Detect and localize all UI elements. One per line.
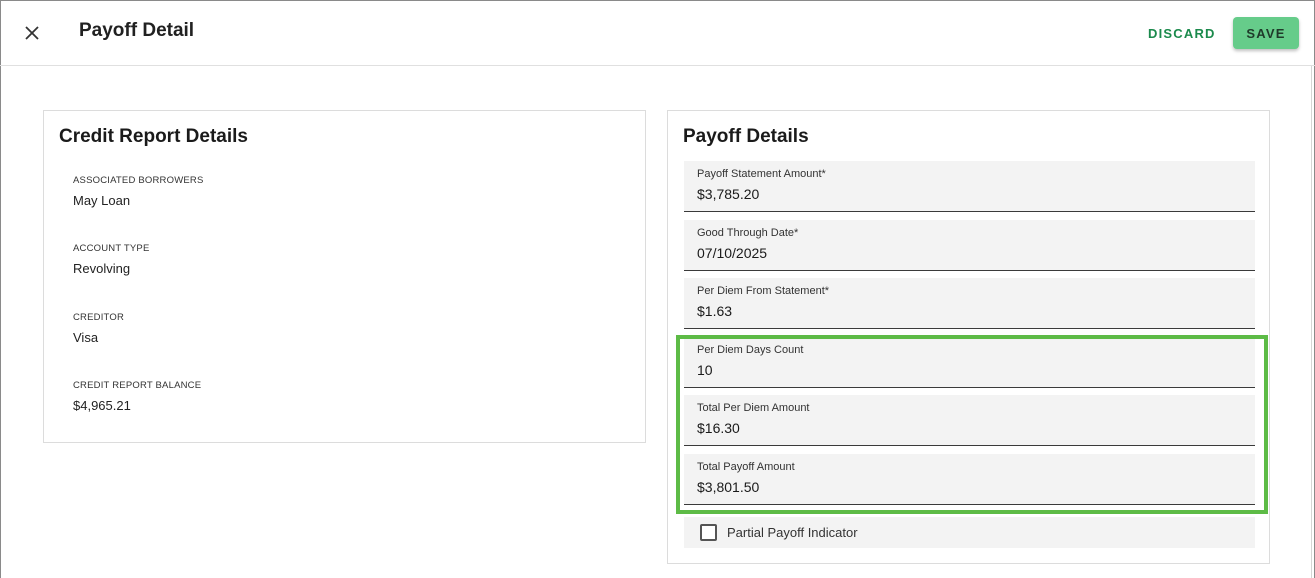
field-label: Good Through Date* xyxy=(697,227,799,239)
field-label: Per Diem Days Count xyxy=(697,344,804,356)
payoff-details-card: Payoff Details Payoff Statement Amount* … xyxy=(667,110,1270,564)
partial-payoff-row: Partial Payoff Indicator xyxy=(684,517,1255,548)
payoff-statement-amount-field[interactable]: Payoff Statement Amount* $3,785.20 xyxy=(684,161,1255,212)
associated-borrowers-value: May Loan xyxy=(73,193,131,208)
account-type-label: ACCOUNT TYPE xyxy=(73,243,150,254)
creditor-label: CREDITOR xyxy=(73,312,125,323)
creditor-value: Visa xyxy=(73,330,99,345)
total-per-diem-amount-field[interactable]: Total Per Diem Amount $16.30 xyxy=(684,395,1255,446)
field-value[interactable]: 07/10/2025 xyxy=(697,245,767,261)
field-label: Total Payoff Amount xyxy=(697,461,795,473)
field-label: Per Diem From Statement* xyxy=(697,285,830,297)
credit-report-card: Credit Report Details ASSOCIATED BORROWE… xyxy=(43,110,646,443)
field-value[interactable]: $1.63 xyxy=(697,303,732,319)
field-value[interactable]: $16.30 xyxy=(697,420,740,436)
header-bar: Payoff Detail DISCARD SAVE xyxy=(0,0,1315,66)
associated-borrowers-label: ASSOCIATED BORROWERS xyxy=(73,175,204,186)
partial-payoff-label: Partial Payoff Indicator xyxy=(727,525,858,540)
field-value[interactable]: 10 xyxy=(697,362,713,378)
close-icon xyxy=(25,26,39,40)
close-button[interactable] xyxy=(18,19,46,47)
scrollbar-track[interactable] xyxy=(1311,66,1312,578)
field-value[interactable]: $3,801.50 xyxy=(697,479,759,495)
total-payoff-amount-field[interactable]: Total Payoff Amount $3,801.50 xyxy=(684,454,1255,505)
payoff-details-title: Payoff Details xyxy=(683,126,809,147)
discard-button[interactable]: DISCARD xyxy=(1140,17,1224,49)
page-title: Payoff Detail xyxy=(79,20,195,41)
credit-report-balance-value: $4,965.21 xyxy=(73,398,131,413)
per-diem-days-count-field[interactable]: Per Diem Days Count 10 xyxy=(684,337,1255,388)
per-diem-from-statement-field[interactable]: Per Diem From Statement* $1.63 xyxy=(684,278,1255,329)
good-through-date-field[interactable]: Good Through Date* 07/10/2025 xyxy=(684,220,1255,271)
credit-report-balance-label: CREDIT REPORT BALANCE xyxy=(73,380,202,391)
save-button[interactable]: SAVE xyxy=(1233,17,1299,49)
partial-payoff-checkbox[interactable] xyxy=(700,524,717,541)
field-label: Payoff Statement Amount* xyxy=(697,168,826,180)
field-value[interactable]: $3,785.20 xyxy=(697,186,759,202)
credit-report-title: Credit Report Details xyxy=(59,126,248,147)
account-type-value: Revolving xyxy=(73,261,131,276)
field-label: Total Per Diem Amount xyxy=(697,402,810,414)
